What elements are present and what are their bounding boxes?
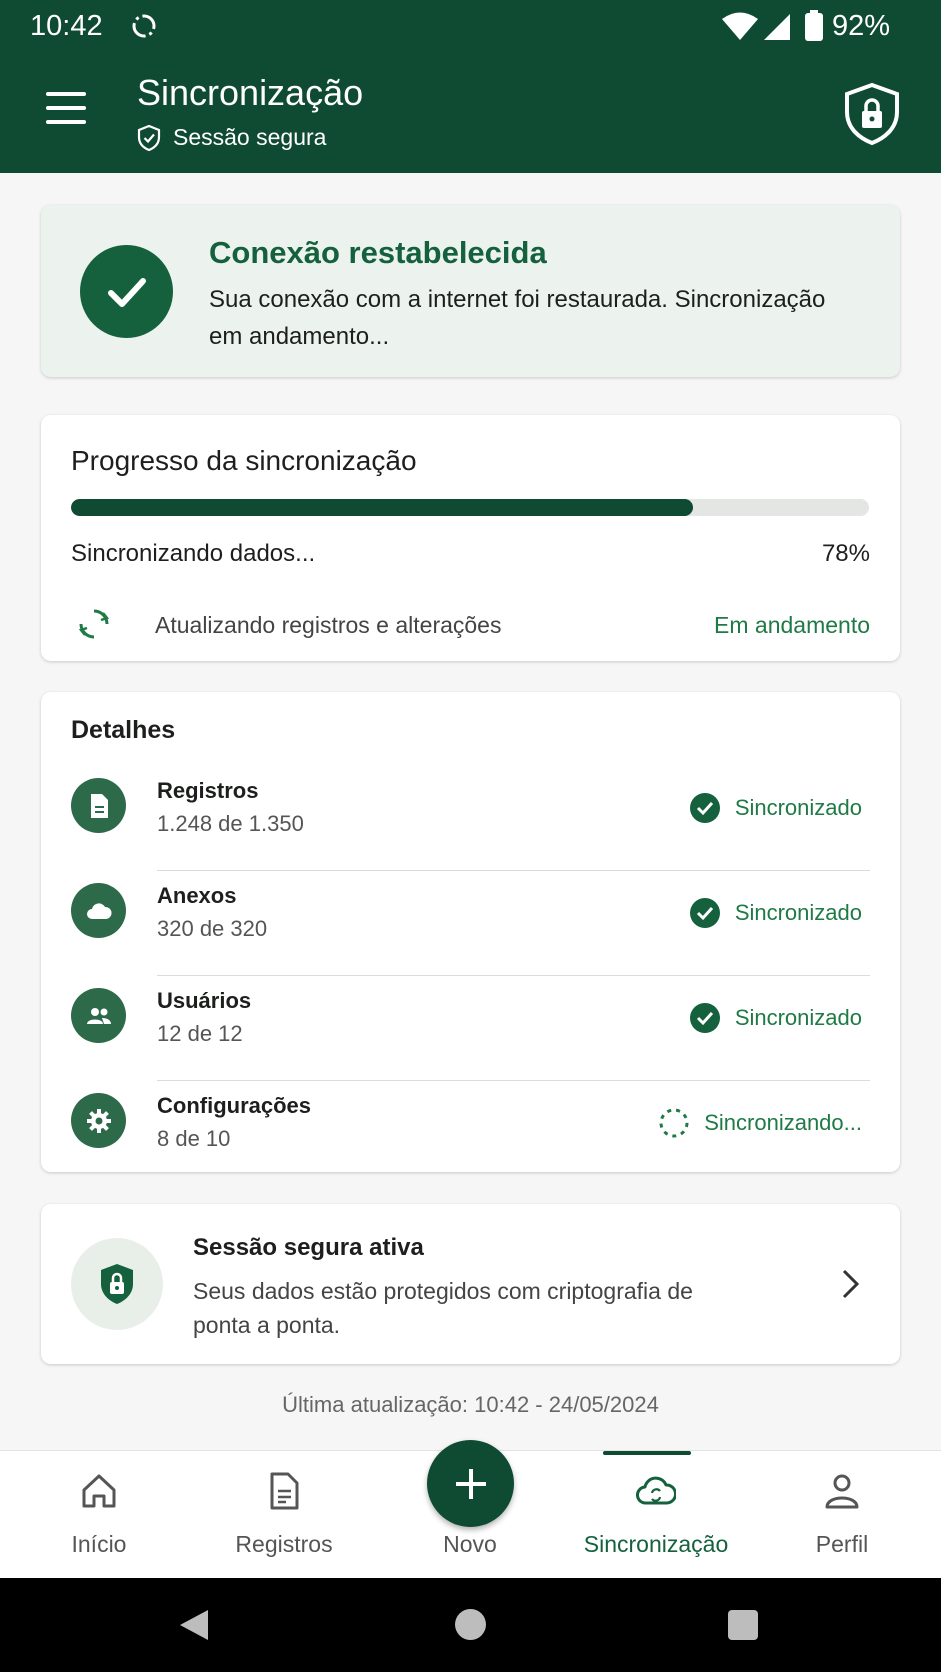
- plus-icon: [455, 1468, 486, 1499]
- alert-message: Sua conexão com a internet foi restaurad…: [209, 286, 826, 350]
- task-status: Em andamento: [714, 612, 870, 638]
- secure-message: Seus dados estão protegidos com criptogr…: [193, 1278, 693, 1338]
- nav-label: Início: [71, 1531, 127, 1557]
- detail-row-registros[interactable]: Registros 1.248 de 1.350 Sincronizado: [41, 766, 900, 871]
- detail-row-usuarios[interactable]: Usuários 12 de 12 Sincronizado: [41, 976, 900, 1081]
- status-time: 10:42: [30, 10, 103, 42]
- nav-label: Perfil: [815, 1531, 869, 1557]
- person-icon: [825, 1474, 859, 1509]
- detail-status-text: Sincronizado: [734, 1005, 862, 1030]
- menu-button[interactable]: [40, 92, 90, 132]
- details-card: Detalhes Registros 1.248 de 1.350 Sincro…: [41, 692, 900, 1172]
- detail-row-configuracoes[interactable]: Configurações 8 de 10 Sincronizando...: [41, 1081, 900, 1186]
- users-icon: [71, 988, 126, 1043]
- detail-name: Anexos: [157, 883, 237, 908]
- detail-count: 320 de 320: [157, 916, 268, 941]
- check-icon: [80, 245, 173, 338]
- detail-name: Usuários: [157, 988, 252, 1013]
- refresh-icon: [78, 609, 110, 639]
- sync-status-icon: [132, 14, 156, 38]
- detail-name: Registros: [157, 778, 259, 803]
- secure-title: Sessão segura ativa: [193, 1234, 424, 1261]
- task-text: Atualizando registros e alterações: [155, 612, 502, 638]
- detail-name: Configurações: [157, 1093, 312, 1118]
- progress-title: Progresso da sincronização: [71, 445, 417, 476]
- progress-bar: [71, 499, 869, 516]
- details-title: Detalhes: [71, 716, 176, 744]
- cloud-sync-icon: [636, 1476, 676, 1505]
- battery-icon: [805, 10, 823, 41]
- home-icon: [82, 1474, 116, 1508]
- page-title: Sincronização: [137, 72, 364, 113]
- progress-bar-fill: [71, 499, 694, 516]
- back-icon[interactable]: [178, 1608, 210, 1642]
- nav-label: Sincronização: [583, 1531, 729, 1557]
- nav-label: Registros: [235, 1531, 333, 1557]
- recents-icon[interactable]: [728, 1610, 758, 1640]
- app-header: 10:42 92% Sincronização Sessão segura: [0, 0, 941, 173]
- detail-status-text: Sincronizado: [734, 795, 862, 820]
- detail-row-anexos[interactable]: Anexos 320 de 320 Sincronizado: [41, 871, 900, 976]
- sync-progress-card: Progresso da sincronização Sincronizando…: [41, 415, 900, 661]
- nav-inicio[interactable]: Início: [6, 1451, 192, 1579]
- wifi-icon: [722, 12, 758, 40]
- detail-count: 1.248 de 1.350: [157, 811, 304, 836]
- check-circle-icon: [689, 793, 720, 823]
- detail-status: Sincronizando...: [658, 1107, 862, 1139]
- check-circle-icon: [689, 898, 720, 928]
- secure-session-card[interactable]: Sessão segura ativa Seus dados estão pro…: [41, 1204, 900, 1364]
- detail-status: Sincronizado: [689, 792, 862, 824]
- nav-label: Novo: [443, 1531, 497, 1557]
- shield-lock-icon[interactable]: [843, 82, 901, 146]
- loading-spinner-icon: [659, 1108, 689, 1138]
- home-circle-icon[interactable]: [455, 1609, 486, 1640]
- lock-bag-icon: [71, 1238, 163, 1330]
- connection-restored-card: Conexão restabelecida Sua conexão com a …: [41, 205, 900, 377]
- session-subtitle-text: Sessão segura: [173, 124, 327, 150]
- detail-status: Sincronizado: [689, 897, 862, 929]
- detail-status-text: Sincronizado: [734, 900, 862, 925]
- signal-icon: [764, 14, 790, 40]
- detail-count: 12 de 12: [157, 1021, 243, 1046]
- alert-title: Conexão restabelecida: [209, 235, 547, 270]
- battery-percent: 92%: [832, 10, 891, 42]
- status-bar: 10:42 92%: [0, 0, 941, 56]
- detail-status-text: Sincronizando...: [704, 1110, 862, 1135]
- nav-sincronizacao[interactable]: Sincronização: [563, 1451, 749, 1579]
- document-icon: [270, 1472, 299, 1510]
- shield-check-icon: [137, 124, 161, 151]
- document-icon: [71, 778, 126, 833]
- gear-icon: [71, 1093, 126, 1148]
- session-subtitle: Sessão segura: [137, 124, 326, 151]
- chevron-right-icon[interactable]: [840, 1268, 862, 1300]
- active-indicator: [603, 1451, 691, 1455]
- cloud-icon: [71, 883, 126, 938]
- progress-label: Sincronizando dados...: [71, 540, 316, 567]
- new-button[interactable]: [427, 1440, 514, 1527]
- progress-percent: 78%: [821, 540, 870, 567]
- check-circle-icon: [689, 1003, 720, 1033]
- detail-status: Sincronizado: [689, 1002, 862, 1034]
- nav-perfil[interactable]: Perfil: [749, 1451, 935, 1579]
- nav-registros[interactable]: Registros: [191, 1451, 377, 1579]
- detail-count: 8 de 10: [157, 1126, 231, 1151]
- system-navigation-bar: [0, 1578, 941, 1672]
- last-update-text: Última atualização: 10:42 - 24/05/2024: [282, 1392, 659, 1417]
